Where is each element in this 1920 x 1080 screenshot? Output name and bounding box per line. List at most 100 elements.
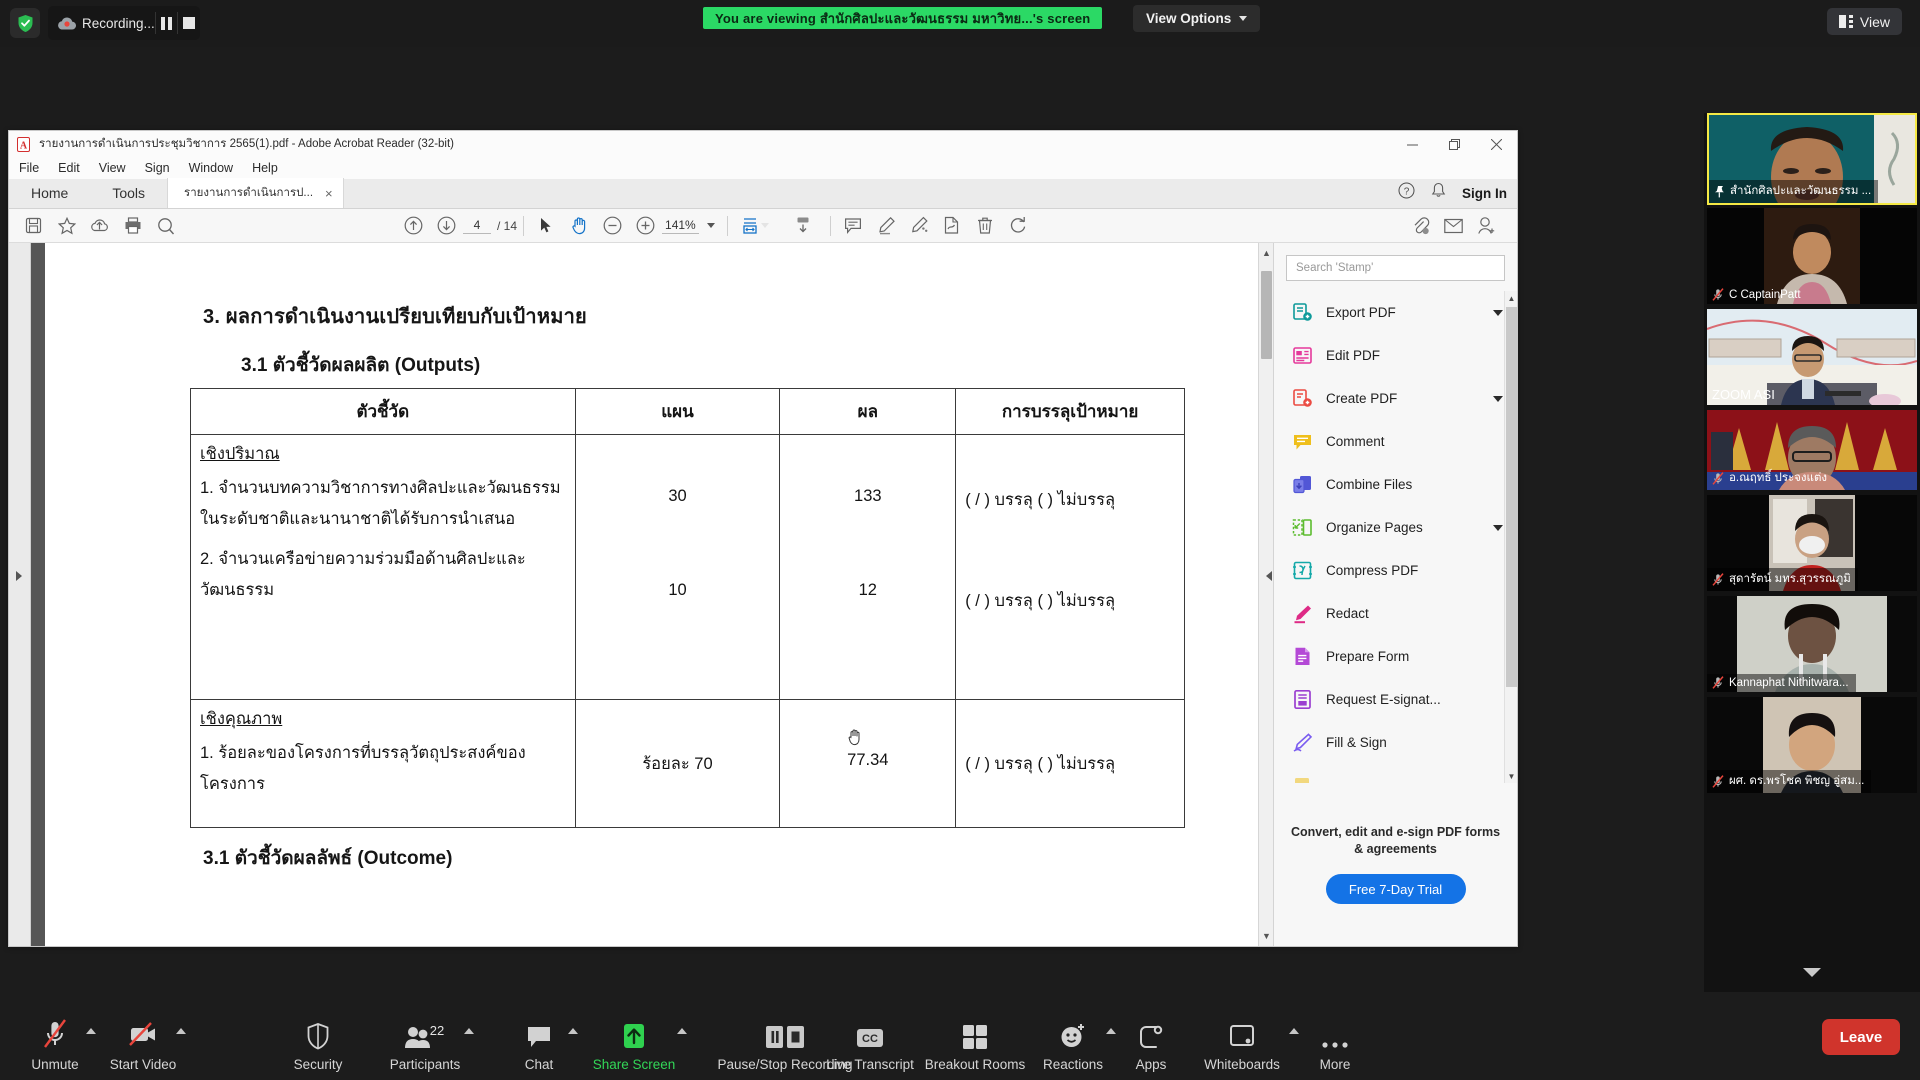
- rotate-icon[interactable]: [1002, 211, 1035, 241]
- tool-redact[interactable]: Redact: [1274, 592, 1517, 635]
- tool-create-pdf[interactable]: Create PDF: [1274, 377, 1517, 420]
- search-icon[interactable]: [149, 211, 182, 241]
- left-navigation-rail[interactable]: [9, 243, 31, 946]
- scroll-down-icon[interactable]: ▼: [1505, 769, 1518, 783]
- toolbar-live-transcript[interactable]: CC Live Transcript: [815, 1014, 925, 1072]
- highlight-icon[interactable]: [870, 211, 903, 241]
- minimize-icon[interactable]: [1391, 131, 1433, 157]
- video-tile[interactable]: สุดารัตน์ มทร.สุวรรณภูมิ: [1707, 495, 1917, 591]
- scroll-up-icon[interactable]: ▲: [1259, 245, 1273, 261]
- collapse-tools-icon[interactable]: [1266, 571, 1272, 581]
- zoom-level-value[interactable]: 141%: [662, 218, 699, 234]
- toolbar-start-video[interactable]: Start Video: [88, 1014, 198, 1072]
- chevron-down-icon[interactable]: [760, 223, 769, 228]
- chevron-up-icon[interactable]: [176, 1028, 186, 1034]
- trash-icon[interactable]: [969, 211, 1002, 241]
- menu-file[interactable]: File: [19, 161, 39, 175]
- tools-search-input[interactable]: Search 'Stamp': [1286, 255, 1505, 281]
- pdf-vertical-scrollbar[interactable]: ▲ ▼: [1258, 243, 1273, 946]
- toolbar-participants[interactable]: 22 Participants: [370, 1014, 480, 1072]
- chevron-down-icon[interactable]: [1493, 395, 1503, 402]
- toolbar-breakout-rooms[interactable]: Breakout Rooms: [920, 1014, 1030, 1072]
- tools-list: Export PDF Edit PDF Create PDF Comment C…: [1274, 291, 1517, 783]
- chevron-down-icon[interactable]: [1493, 524, 1503, 531]
- attach-cloud-icon[interactable]: [1404, 211, 1437, 241]
- menu-sign[interactable]: Sign: [145, 161, 170, 175]
- video-tile[interactable]: อ.ณฤทธิ์ ประจงแต่ง: [1707, 410, 1917, 490]
- scroll-mode-icon[interactable]: [787, 211, 820, 241]
- toolbar-security[interactable]: Security: [263, 1014, 373, 1072]
- arrow-down-circle-icon[interactable]: [430, 211, 463, 241]
- pdf-page-viewport[interactable]: 3. ผลการดำเนินงานเปรียบเทียบกับเป้าหมาย …: [31, 243, 1273, 946]
- leave-meeting-button[interactable]: Leave: [1822, 1019, 1900, 1055]
- toolbar-share-screen[interactable]: Share Screen: [579, 1014, 689, 1072]
- draw-icon[interactable]: [903, 211, 936, 241]
- view-layout-button[interactable]: View: [1826, 8, 1902, 35]
- maximize-icon[interactable]: [1433, 131, 1475, 157]
- chevron-down-icon[interactable]: [706, 223, 715, 228]
- pause-recording-button[interactable]: [156, 16, 178, 30]
- section-title-qualitative: เชิงคุณภาพ: [200, 710, 283, 728]
- video-tile[interactable]: ZOOM ASI: [1707, 309, 1917, 405]
- toolbar-chat[interactable]: Chat: [484, 1014, 594, 1072]
- close-icon[interactable]: [1475, 131, 1517, 157]
- comment-icon[interactable]: [837, 211, 870, 241]
- zoom-in-icon[interactable]: [629, 211, 662, 241]
- tool-partial-next[interactable]: [1274, 764, 1517, 783]
- tool-export-pdf[interactable]: Export PDF: [1274, 291, 1517, 334]
- menu-view[interactable]: View: [99, 161, 126, 175]
- bell-icon[interactable]: [1431, 182, 1446, 204]
- save-icon[interactable]: [17, 211, 50, 241]
- menu-window[interactable]: Window: [189, 161, 233, 175]
- tool-fill-and-sign[interactable]: Fill & Sign: [1274, 721, 1517, 764]
- tool-prepare-form[interactable]: Prepare Form: [1274, 635, 1517, 678]
- scrollbar-thumb[interactable]: [1506, 307, 1517, 687]
- menu-edit[interactable]: Edit: [58, 161, 80, 175]
- chevron-up-icon[interactable]: [464, 1028, 474, 1034]
- arrow-up-circle-icon[interactable]: [397, 211, 430, 241]
- view-options-button[interactable]: View Options: [1133, 5, 1261, 32]
- video-strip-scroll-down[interactable]: [1704, 951, 1920, 993]
- tab-home[interactable]: Home: [9, 178, 90, 208]
- chevron-up-icon[interactable]: [568, 1028, 578, 1034]
- zoom-out-icon[interactable]: [596, 211, 629, 241]
- tool-organize-pages[interactable]: Organize Pages: [1274, 506, 1517, 549]
- help-circle-icon[interactable]: ?: [1398, 182, 1415, 204]
- tool-edit-pdf[interactable]: Edit PDF: [1274, 334, 1517, 377]
- shield-check-icon[interactable]: [10, 8, 40, 38]
- scrollbar-thumb[interactable]: [1261, 271, 1272, 359]
- tab-document[interactable]: รายงานการดำเนินการป... ×: [167, 178, 344, 208]
- share-screen-icon: [621, 1014, 647, 1050]
- menu-help[interactable]: Help: [252, 161, 278, 175]
- video-tile-active[interactable]: สำนักศิลปะและวัฒนธรรม ...: [1707, 113, 1917, 205]
- chevron-down-icon[interactable]: [1493, 309, 1503, 316]
- print-icon[interactable]: [116, 211, 149, 241]
- video-tile[interactable]: ผศ. ดร.พรโชค พิชญ อู่สม...: [1707, 697, 1917, 793]
- star-icon[interactable]: [50, 211, 83, 241]
- page-number-input[interactable]: 4: [463, 217, 491, 234]
- cloud-upload-icon[interactable]: [83, 211, 116, 241]
- scroll-up-icon[interactable]: ▲: [1505, 291, 1518, 305]
- chevron-up-icon[interactable]: [677, 1028, 687, 1034]
- tool-comment[interactable]: Comment: [1274, 420, 1517, 463]
- sign-in-button[interactable]: Sign In: [1462, 186, 1507, 201]
- sign-icon[interactable]: [936, 211, 969, 241]
- stop-recording-button[interactable]: [178, 17, 200, 29]
- email-icon[interactable]: [1437, 211, 1470, 241]
- expand-panel-icon[interactable]: [16, 571, 22, 581]
- cursor-select-icon[interactable]: [530, 211, 563, 241]
- hand-tool-icon[interactable]: [563, 211, 596, 241]
- tool-request-esignature[interactable]: Request E-signat...: [1274, 678, 1517, 721]
- free-trial-button[interactable]: Free 7-Day Trial: [1325, 874, 1466, 904]
- tab-close-icon[interactable]: ×: [325, 186, 333, 201]
- tool-compress-pdf[interactable]: Compress PDF: [1274, 549, 1517, 592]
- tab-tools[interactable]: Tools: [90, 178, 167, 208]
- qual-result-1: 77.34: [847, 751, 889, 769]
- tools-panel-scrollbar[interactable]: ▲ ▼: [1504, 291, 1517, 783]
- video-tile[interactable]: C CaptainPatt: [1707, 208, 1917, 304]
- scroll-down-icon[interactable]: ▼: [1259, 928, 1273, 944]
- toolbar-more[interactable]: More: [1280, 1014, 1390, 1072]
- tool-combine-files[interactable]: Combine Files: [1274, 463, 1517, 506]
- add-person-icon[interactable]: [1470, 211, 1503, 241]
- video-tile[interactable]: Kannaphat Nithitwara...: [1707, 596, 1917, 692]
